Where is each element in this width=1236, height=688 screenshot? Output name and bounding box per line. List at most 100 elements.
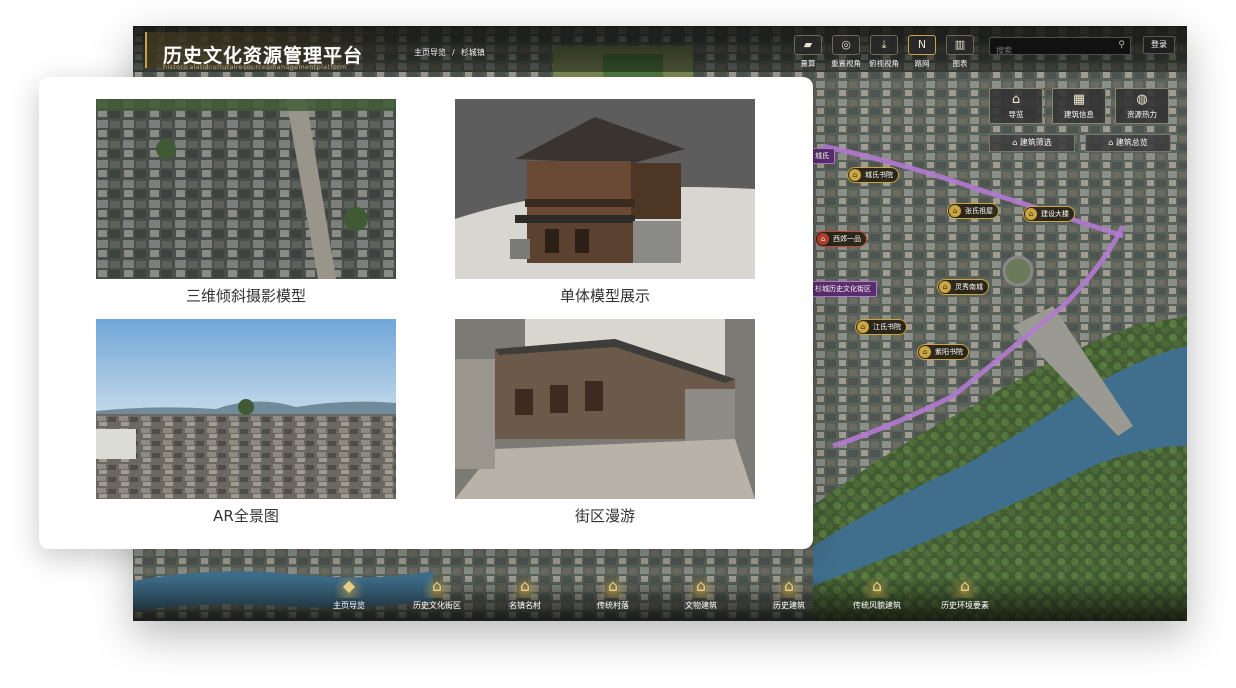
building-pin-icon: ⌂ [919, 346, 931, 358]
bottom-nav-item[interactable]: ⌂ 名镇名村 [489, 574, 561, 611]
building-info-icon: ▦ [1072, 92, 1086, 107]
tile-caption: 街区漫游 [574, 507, 635, 525]
top-bar: 历史文化资源管理平台 historicalandculturalresource… [133, 26, 1187, 72]
map-pin-label: 西郊一品 [833, 235, 861, 243]
building-info-button[interactable]: ▦ 建筑信息 [1052, 88, 1106, 124]
district-label[interactable]: 杉城历史文化街区 [809, 281, 877, 297]
building-pin-icon: ⌂ [817, 233, 829, 245]
building-pin-icon: ⌂ [849, 169, 861, 181]
search-input[interactable] [990, 42, 1108, 59]
tool-label: 量算 [800, 59, 816, 68]
tool-label: 路网 [914, 59, 930, 68]
map-pin[interactable]: ⌂ 建设大楼 [1023, 206, 1075, 222]
historic-building-icon: ⌂ [774, 574, 804, 598]
breadcrumb-separator: / [452, 48, 455, 57]
map-pin-label: 城氏 [815, 152, 829, 160]
bottom-nav-item[interactable]: ⌂ 文物建筑 [665, 574, 737, 611]
overview-building-icon: ⌂ [1108, 138, 1114, 147]
street-tour-image [455, 319, 755, 499]
bottom-nav-item[interactable]: ⌂ 传统村落 [577, 574, 649, 611]
feature-tile-ar-panorama[interactable]: AR全景图 [96, 319, 396, 526]
traditional-village-icon: ⌂ [598, 574, 628, 598]
chart-icon: ▥ [946, 35, 974, 55]
app-subtitle: historicalandculturalresourcesmanagement… [163, 63, 347, 71]
building-pin-icon: ⌂ [1025, 208, 1037, 220]
building-pin-icon: ⌂ [857, 321, 869, 333]
bottom-nav-label: 传统村落 [597, 601, 629, 610]
bottom-nav-item[interactable]: ⌂ 历史文化街区 [401, 574, 473, 611]
bottom-nav-item[interactable]: ◆ 主页导览 [313, 574, 385, 611]
map-pin-label: 建设大楼 [1041, 210, 1069, 218]
heatmap-button[interactable]: ◍ 资源热力 [1115, 88, 1169, 124]
tool-label: 俯视视角 [869, 59, 899, 68]
map-pin[interactable]: ⌂ 灵秀南城 [937, 279, 989, 295]
bottom-nav-item[interactable]: ⌂ 传统风貌建筑 [841, 574, 913, 611]
tool-reset-view-button[interactable]: ◎ 重置视角 [831, 35, 861, 69]
ar-panorama-image [96, 319, 396, 499]
feature-tile-single-model[interactable]: 单体模型展示 [455, 99, 755, 306]
breadcrumb: 主页导览 / 杉城镇 [411, 47, 488, 58]
tile-caption: AR全景图 [213, 507, 279, 525]
map-pin-label: 张氏祖屋 [965, 207, 993, 215]
map-pin-label: 杉城历史文化街区 [815, 285, 871, 293]
guide-button[interactable]: ⌂ 导览 [989, 88, 1043, 124]
historic-district-icon: ⌂ [422, 574, 452, 598]
top-view-icon: ⤓ [870, 35, 898, 55]
ruler-icon: ▰ [794, 35, 822, 55]
bottom-nav-item[interactable]: ⌂ 历史建筑 [753, 574, 825, 611]
search-icon[interactable]: ⚲ [1118, 40, 1125, 50]
feature-tile-street-tour[interactable]: 街区漫游 [455, 319, 755, 526]
bottom-nav-label: 历史环境要素 [941, 601, 989, 610]
traditional-style-icon: ⌂ [862, 574, 892, 598]
bottom-nav-label: 历史建筑 [773, 601, 805, 610]
search-box: ⚲ [989, 37, 1131, 59]
login-button[interactable]: 登录 [1143, 36, 1175, 54]
environment-element-icon: ⌂ [950, 574, 980, 598]
bottom-nav-item[interactable]: ⌂ 历史环境要素 [929, 574, 1001, 611]
map-pin-label: 江氏书院 [873, 323, 901, 331]
map-pin[interactable]: ⌂ 张氏祖屋 [947, 203, 999, 219]
building-filter-button[interactable]: ⌂ 建筑筛选 [989, 134, 1075, 152]
breadcrumb-current[interactable]: 杉城镇 [461, 48, 485, 57]
single-model-image [455, 99, 755, 279]
road-network-icon: N [908, 35, 936, 55]
map-pin[interactable]: ⌂ 江氏书院 [855, 319, 907, 335]
building-overview-label: 建筑总览 [1115, 138, 1148, 147]
title-block: 历史文化资源管理平台 historicalandculturalresource… [145, 32, 395, 71]
map-pin[interactable]: ⌂ 西郊一品 [815, 231, 867, 247]
bottom-nav-label: 主页导览 [333, 601, 365, 610]
map-pin-label: 灵秀南城 [955, 283, 983, 291]
cultural-relic-icon: ⌂ [686, 574, 716, 598]
building-overview-button[interactable]: ⌂ 建筑总览 [1085, 134, 1171, 152]
bottom-nav-label: 传统风貌建筑 [853, 601, 901, 610]
bottom-nav-label: 文物建筑 [685, 601, 717, 610]
guide-label: 导览 [1008, 110, 1024, 119]
oblique-model-image [96, 99, 396, 279]
building-filter-label: 建筑筛选 [1019, 138, 1052, 147]
tile-caption: 三维倾斜摄影模型 [185, 287, 306, 305]
heatmap-label: 资源热力 [1127, 110, 1157, 119]
map-pin-label: 城氏书院 [865, 171, 893, 179]
tool-top-view-button[interactable]: ⤓ 俯视视角 [869, 35, 899, 69]
feature-card: 三维倾斜摄影模型 单体模型展示 AR全景图 街区漫游 [39, 77, 813, 549]
tool-chart-button[interactable]: ▥ 图表 [945, 35, 975, 69]
tool-measure-button[interactable]: ▰ 量算 [793, 35, 823, 69]
tile-caption: 单体模型展示 [559, 287, 650, 305]
bottom-nav-bar: ◆ 主页导览 ⌂ 历史文化街区 ⌂ 名镇名村 ⌂ 传统村落 ⌂ 文物建筑 ⌂ 历… [133, 574, 1187, 621]
building-pin-icon: ⌂ [949, 205, 961, 217]
building-info-label: 建筑信息 [1064, 110, 1094, 119]
tool-label: 图表 [952, 59, 968, 68]
building-pin-icon: ⌂ [939, 281, 951, 293]
filter-building-icon: ⌂ [1012, 138, 1018, 147]
tool-label: 重置视角 [831, 59, 861, 68]
map-pin[interactable]: ⌂ 城氏书院 [847, 167, 899, 183]
home-nav-icon: ◆ [334, 574, 364, 598]
guide-icon: ⌂ [1011, 92, 1021, 107]
feature-tile-oblique-model[interactable]: 三维倾斜摄影模型 [96, 99, 396, 306]
famous-town-icon: ⌂ [510, 574, 540, 598]
breadcrumb-home[interactable]: 主页导览 [414, 48, 446, 57]
map-pin[interactable]: ⌂ 紫阳书院 [917, 344, 969, 360]
tool-road-network-button[interactable]: N 路网 [907, 35, 937, 69]
bottom-nav-label: 名镇名村 [509, 601, 541, 610]
reset-view-icon: ◎ [832, 35, 860, 55]
